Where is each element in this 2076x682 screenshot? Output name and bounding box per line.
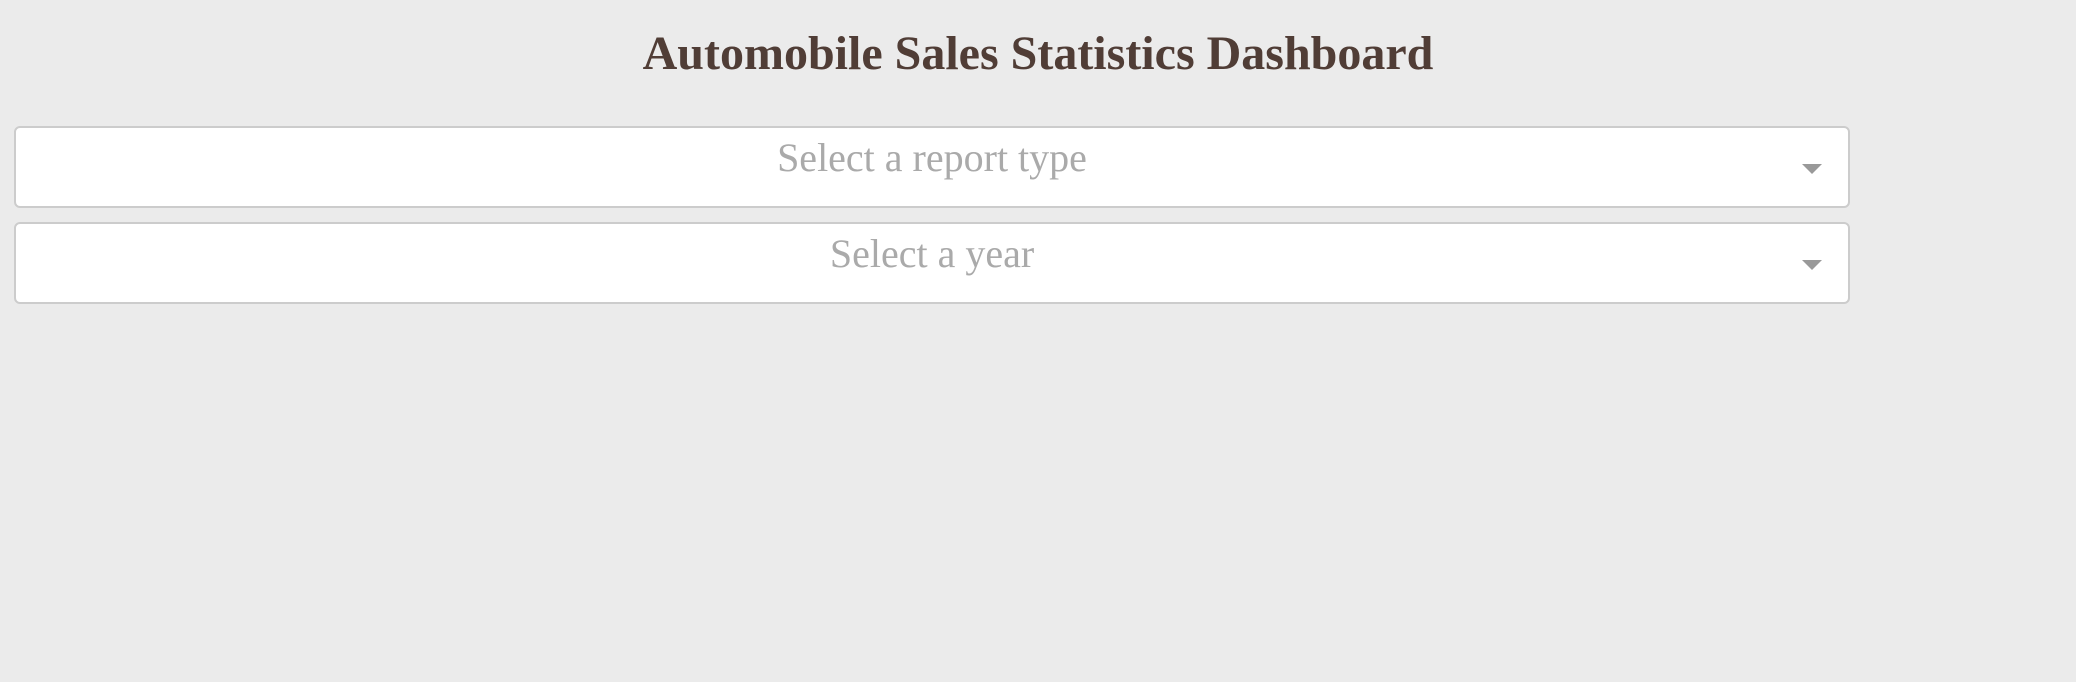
year-placeholder: Select a year [829,231,1035,276]
page-title: Automobile Sales Statistics Dashboard [642,27,1434,80]
report-type-placeholder: Select a report type [777,135,1087,180]
chevron-down-icon[interactable] [1802,260,1822,270]
year-dropdown[interactable]: Select a year [14,222,1850,304]
chevron-down-icon[interactable] [1802,164,1822,174]
report-type-dropdown[interactable]: Select a report type [14,126,1850,208]
